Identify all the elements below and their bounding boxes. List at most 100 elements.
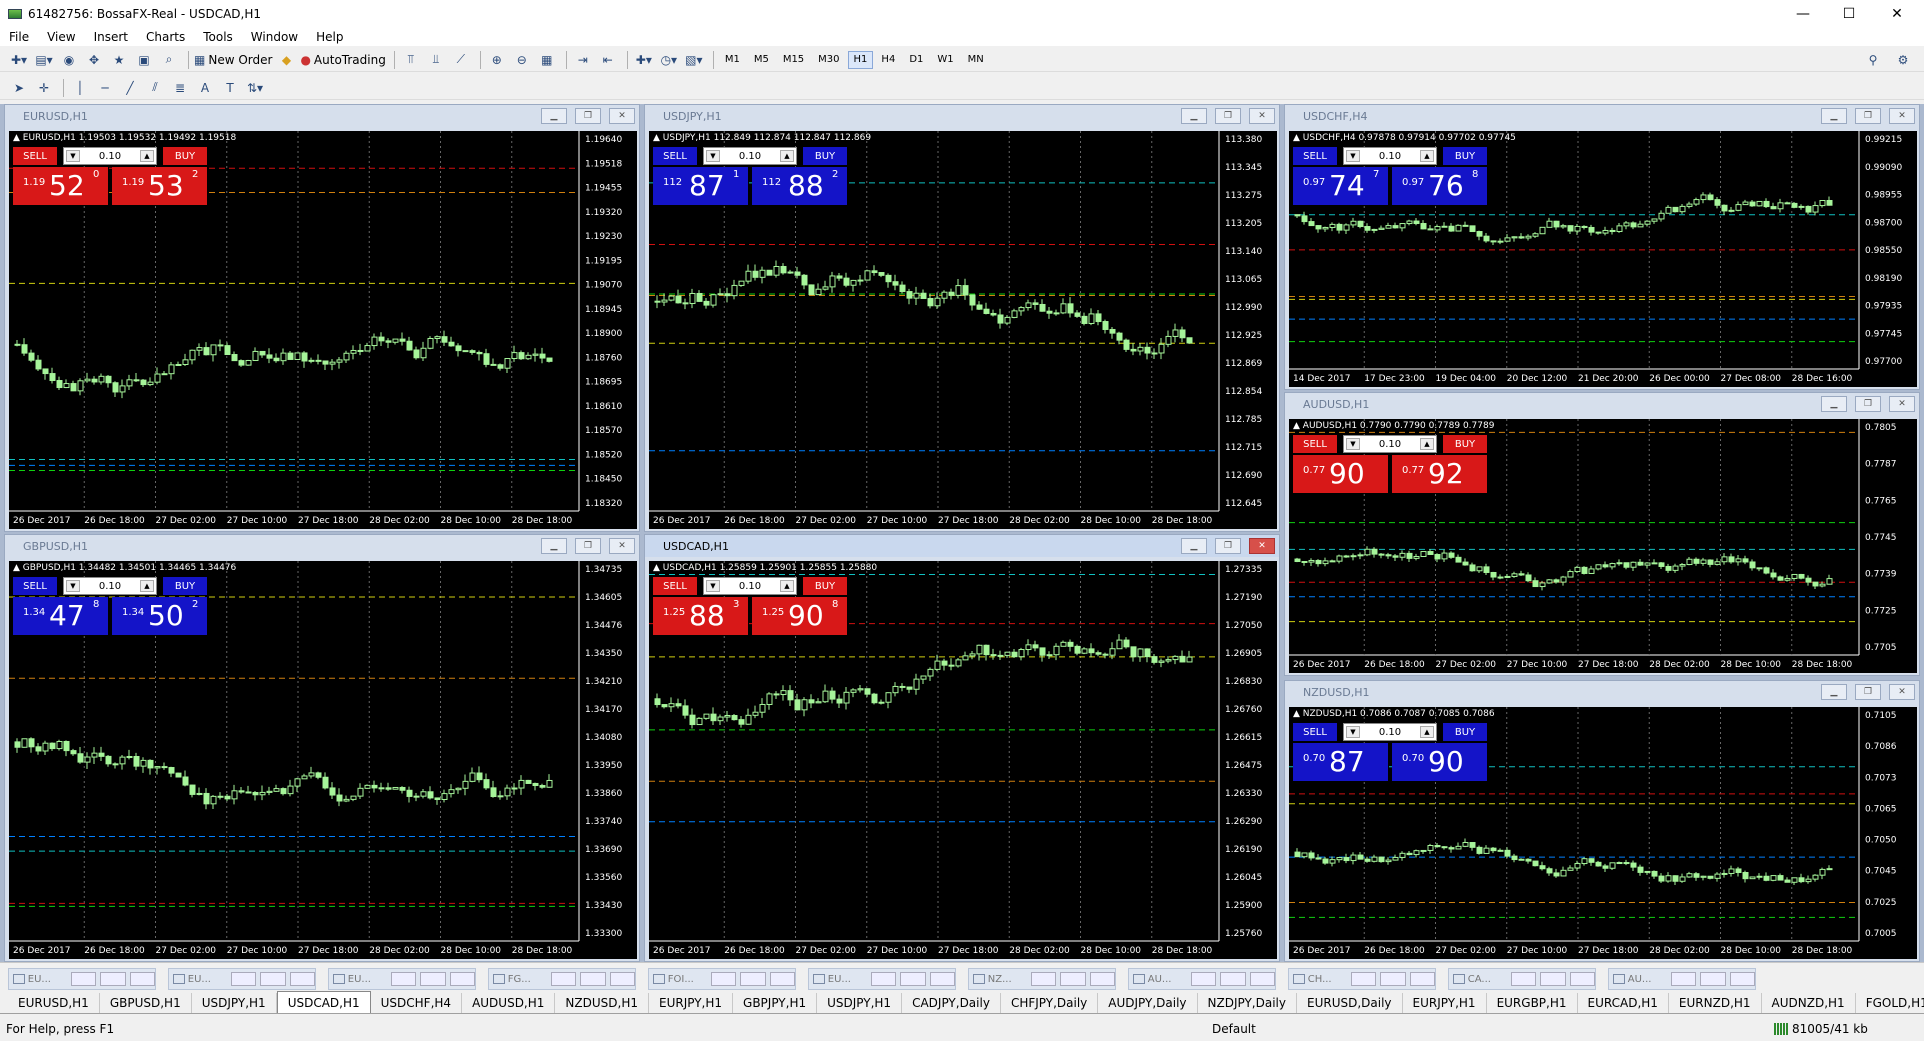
symbol-tab[interactable]: CADJPY,Daily — [902, 993, 1001, 1013]
close-tab-icon[interactable] — [1089, 972, 1115, 986]
chart-window-title[interactable]: USDCHF,H4 ▁ ❐ ✕ — [1285, 105, 1919, 127]
trendline-icon[interactable]: ╱ — [119, 78, 141, 98]
menu-charts[interactable]: Charts — [137, 30, 194, 44]
restore-tab-icon[interactable] — [1700, 972, 1726, 986]
window-tab[interactable]: CH... — [1288, 968, 1436, 990]
close-tab-icon[interactable] — [449, 972, 475, 986]
restore-tab-icon[interactable] — [1220, 972, 1246, 986]
line-chart-icon[interactable]: ⟋ — [450, 50, 472, 70]
symbol-tab[interactable]: EURUSD,Daily — [1297, 993, 1403, 1013]
window-tab[interactable]: NZ... — [968, 968, 1116, 990]
search-icon[interactable]: ⚲ — [1862, 50, 1884, 70]
menu-window[interactable]: Window — [242, 30, 307, 44]
lot-decrease-icon[interactable]: ▼ — [706, 150, 720, 162]
templates-icon[interactable]: ▧▾ — [683, 50, 705, 70]
buy-price[interactable]: 0.77 92 — [1392, 455, 1487, 493]
symbol-tab[interactable]: USDCAD,H1 — [276, 991, 371, 1013]
symbol-tab[interactable]: EURNZD,H1 — [1669, 993, 1762, 1013]
fibonacci-icon[interactable]: ≣ — [169, 78, 191, 98]
chart-area[interactable]: 26 Dec 2017 26 Dec 18:00 27 Dec 02:00 27 De… — [9, 131, 637, 529]
buy-price[interactable]: 1.34 50 2 — [112, 597, 207, 635]
restore-tab-icon[interactable] — [1380, 972, 1406, 986]
chart-window-title[interactable]: GBPUSD,H1 ▁ ❐ ✕ — [5, 535, 639, 557]
zoom-out-icon[interactable]: ⊖ — [511, 50, 533, 70]
close-chart-icon[interactable]: ✕ — [1249, 108, 1275, 124]
sell-price[interactable]: 0.70 87 — [1293, 743, 1388, 781]
data-window-icon[interactable]: ✥ — [83, 50, 105, 70]
buy-price[interactable]: 0.97 76 8 — [1392, 167, 1487, 205]
chart-window-title[interactable]: AUDUSD,H1 ▁ ❐ ✕ — [1285, 393, 1919, 415]
close-tab-icon[interactable] — [609, 972, 635, 986]
window-tab[interactable]: EU... — [8, 968, 156, 990]
minimize-tab-icon[interactable] — [1350, 972, 1377, 986]
window-tab[interactable]: EU... — [328, 968, 476, 990]
buy-button[interactable]: BUY — [163, 577, 207, 595]
chart-window-title[interactable]: USDCAD,H1 ▁ ❐ ✕ — [645, 535, 1279, 557]
symbol-tab[interactable]: NZDUSD,H1 — [555, 993, 649, 1013]
restore-chart-icon[interactable]: ❐ — [575, 538, 601, 554]
sell-button[interactable]: SELL — [1293, 435, 1337, 453]
text-label-icon[interactable]: T — [219, 78, 241, 98]
restore-chart-icon[interactable]: ❐ — [1855, 396, 1881, 412]
tf-mn[interactable]: MN — [962, 51, 990, 69]
sell-price[interactable]: 1.25 88 3 — [653, 597, 748, 635]
auto-scroll-icon[interactable]: ⇥ — [572, 50, 594, 70]
lot-size-input[interactable]: ▼ 0.10 ▲ — [703, 147, 797, 165]
menu-insert[interactable]: Insert — [85, 30, 137, 44]
restore-chart-icon[interactable]: ❐ — [1855, 684, 1881, 700]
close-tab-icon[interactable] — [1249, 972, 1275, 986]
chart-window-audusd[interactable]: AUDUSD,H1 ▁ ❐ ✕ 26 Dec 2017 26 Dec 18:00 27 De… — [1284, 392, 1920, 676]
minimize-tab-icon[interactable] — [1510, 972, 1537, 986]
lot-size-input[interactable]: ▼ 0.10 ▲ — [63, 577, 157, 595]
cursor-icon[interactable]: ➤ — [8, 78, 30, 98]
buy-button[interactable]: BUY — [1443, 435, 1487, 453]
buy-price[interactable]: 1.25 90 8 — [752, 597, 847, 635]
new-order-button[interactable]: ▦ New Order — [194, 50, 272, 70]
restore-tab-icon[interactable] — [1540, 972, 1566, 986]
chart-area[interactable]: 26 Dec 2017 26 Dec 18:00 27 Dec 02:00 27 De… — [9, 561, 637, 959]
restore-chart-icon[interactable]: ❐ — [1215, 108, 1241, 124]
tf-h4[interactable]: H4 — [875, 51, 901, 69]
navigator-icon[interactable]: ★ — [108, 50, 130, 70]
lot-decrease-icon[interactable]: ▼ — [66, 580, 80, 592]
minimize-chart-icon[interactable]: ▁ — [1181, 108, 1207, 124]
autotrading-button[interactable]: ● AutoTrading — [300, 50, 385, 70]
close-chart-icon[interactable]: ✕ — [1889, 684, 1915, 700]
lot-decrease-icon[interactable]: ▼ — [706, 580, 720, 592]
minimize-tab-icon[interactable] — [1670, 972, 1697, 986]
minimize-tab-icon[interactable] — [230, 972, 257, 986]
tf-m30[interactable]: M30 — [812, 51, 845, 69]
lot-decrease-icon[interactable]: ▼ — [66, 150, 80, 162]
zoom-in-icon[interactable]: ⊕ — [486, 50, 508, 70]
symbol-tab[interactable]: USDJPY,H1 — [817, 993, 903, 1013]
restore-chart-icon[interactable]: ❐ — [1215, 538, 1241, 554]
horizontal-line-icon[interactable]: ─ — [94, 78, 116, 98]
sell-price[interactable]: 112 87 1 — [653, 167, 748, 205]
close-chart-icon[interactable]: ✕ — [1889, 396, 1915, 412]
lot-increase-icon[interactable]: ▲ — [780, 580, 794, 592]
sell-button[interactable]: SELL — [1293, 147, 1337, 165]
bar-chart-icon[interactable]: ⫪ — [400, 50, 422, 70]
sell-button[interactable]: SELL — [13, 147, 57, 165]
market-watch-icon[interactable]: ◉ — [58, 50, 80, 70]
symbol-tab[interactable]: GBPUSD,H1 — [100, 993, 192, 1013]
restore-chart-icon[interactable]: ❐ — [575, 108, 601, 124]
tf-m5[interactable]: M5 — [748, 51, 775, 69]
restore-tab-icon[interactable] — [900, 972, 926, 986]
symbol-tab[interactable]: EURCAD,H1 — [1578, 993, 1669, 1013]
minimize-tab-icon[interactable] — [710, 972, 737, 986]
symbol-tab[interactable]: USDJPY,H1 — [192, 993, 277, 1013]
tile-windows-icon[interactable]: ▦ — [536, 50, 558, 70]
window-tab[interactable]: EU... — [168, 968, 316, 990]
symbol-tab[interactable]: CHFJPY,Daily — [1001, 993, 1099, 1013]
window-tab[interactable]: FG... — [488, 968, 636, 990]
restore-tab-icon[interactable] — [260, 972, 286, 986]
window-tab[interactable]: CA... — [1448, 968, 1596, 990]
lot-size-input[interactable]: ▼ 0.10 ▲ — [1343, 435, 1437, 453]
buy-price[interactable]: 0.70 90 — [1392, 743, 1487, 781]
symbol-tab[interactable]: AUDNZD,H1 — [1762, 993, 1856, 1013]
menu-help[interactable]: Help — [307, 30, 352, 44]
minimize-tab-icon[interactable] — [550, 972, 577, 986]
close-tab-icon[interactable] — [1569, 972, 1595, 986]
close-chart-icon[interactable]: ✕ — [1889, 108, 1915, 124]
